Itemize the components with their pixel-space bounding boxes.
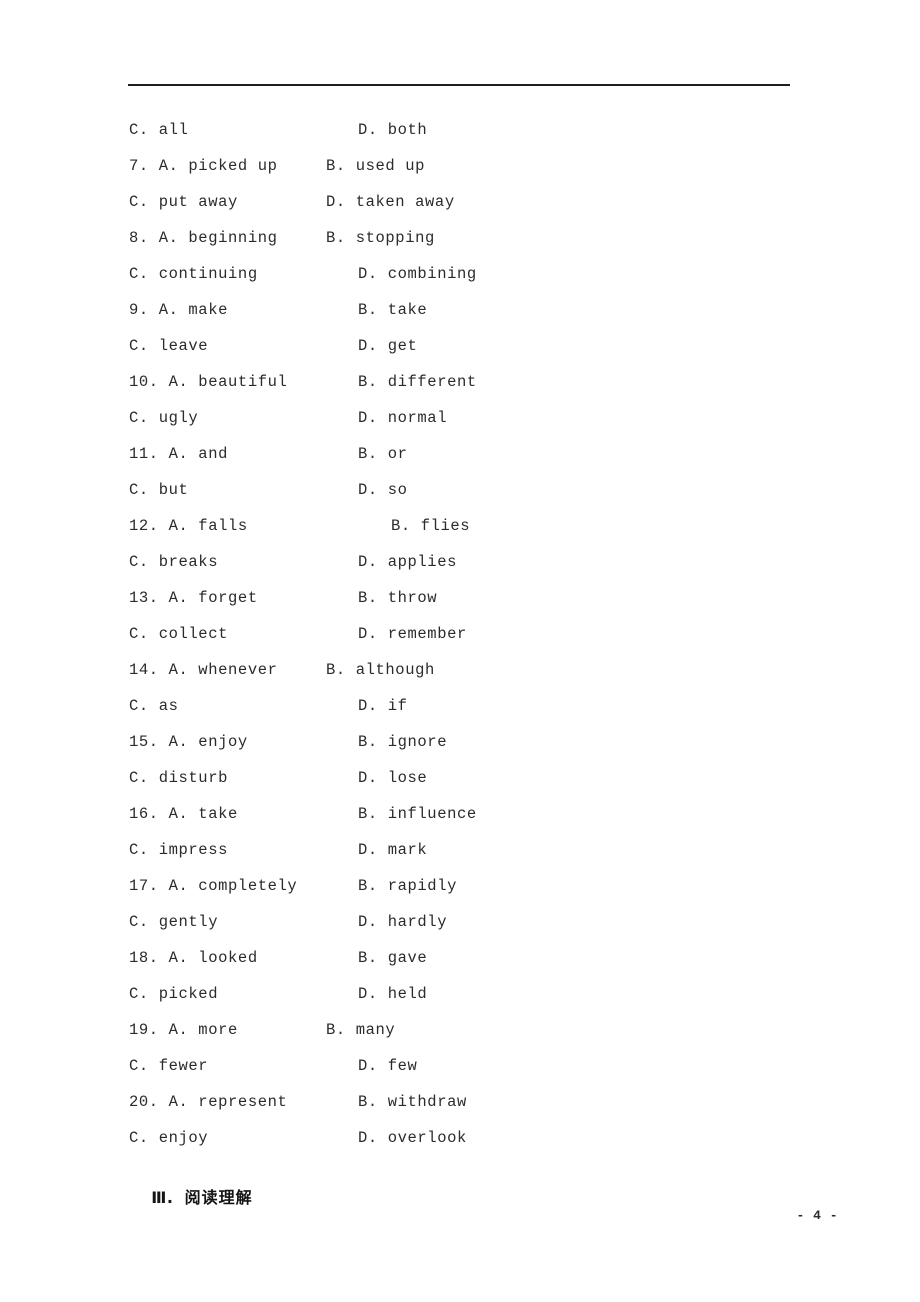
option-row: 11. A. and B. or — [0, 443, 920, 465]
option-row: C. fewer D. few — [0, 1055, 920, 1077]
option-choice-left[interactable]: C. disturb — [129, 767, 228, 789]
option-choice-left[interactable]: 13. A. forget — [129, 587, 258, 609]
option-row: C. as D. if — [0, 695, 920, 717]
option-choice-right[interactable]: B. although — [326, 659, 435, 681]
document-page: C. all D. both 7. A. picked up B. used up C.… — [0, 0, 920, 1302]
header-divider-rule — [128, 84, 790, 86]
option-choice-right[interactable]: B. many — [326, 1019, 395, 1041]
option-row: 8. A. beginning B. stopping — [0, 227, 920, 249]
option-row: 20. A. represent B. withdraw — [0, 1091, 920, 1113]
option-row: C. ugly D. normal — [0, 407, 920, 429]
option-row: C. picked D. held — [0, 983, 920, 1005]
option-choice-left[interactable]: 8. A. beginning — [129, 227, 278, 249]
option-row: 10. A. beautiful B. different — [0, 371, 920, 393]
option-choice-right[interactable]: D. combining — [358, 263, 477, 285]
option-row: 7. A. picked up B. used up — [0, 155, 920, 177]
option-choice-right[interactable]: D. applies — [358, 551, 457, 573]
option-choice-left[interactable]: 15. A. enjoy — [129, 731, 248, 753]
option-choice-left[interactable]: 20. A. represent — [129, 1091, 287, 1113]
option-choice-left[interactable]: C. impress — [129, 839, 228, 861]
option-choice-right[interactable]: D. held — [358, 983, 427, 1005]
option-row: C. collect D. remember — [0, 623, 920, 645]
option-choice-right[interactable]: B. take — [358, 299, 427, 321]
option-row: 19. A. more B. many — [0, 1019, 920, 1041]
option-choice-right[interactable]: D. if — [358, 695, 408, 717]
option-row: C. put away D. taken away — [0, 191, 920, 213]
option-choice-left[interactable]: C. all — [129, 119, 188, 141]
option-choice-right[interactable]: B. rapidly — [358, 875, 457, 897]
option-row: C. disturb D. lose — [0, 767, 920, 789]
section-title-text: 阅读理解 — [184, 1188, 253, 1207]
option-choice-right[interactable]: B. stopping — [326, 227, 435, 249]
option-choice-left[interactable]: C. put away — [129, 191, 238, 213]
option-choice-left[interactable]: C. as — [129, 695, 179, 717]
section-numeral: Ⅲ. — [151, 1188, 174, 1207]
option-choice-left[interactable]: C. ugly — [129, 407, 198, 429]
option-choice-left[interactable]: C. continuing — [129, 263, 258, 285]
option-row: 17. A. completely B. rapidly — [0, 875, 920, 897]
option-choice-left[interactable]: 11. A. and — [129, 443, 228, 465]
option-choice-right[interactable]: D. hardly — [358, 911, 447, 933]
option-row: C. enjoy D. overlook — [0, 1127, 920, 1149]
option-choice-left[interactable]: 7. A. picked up — [129, 155, 278, 177]
option-row: 16. A. take B. influence — [0, 803, 920, 825]
option-choice-right[interactable]: D. so — [358, 479, 408, 501]
option-choice-right[interactable]: B. withdraw — [358, 1091, 467, 1113]
option-choice-right[interactable]: D. taken away — [326, 191, 455, 213]
option-row: 12. A. falls B. flies — [0, 515, 920, 537]
option-row: 18. A. looked B. gave — [0, 947, 920, 969]
option-choice-right[interactable]: B. different — [358, 371, 477, 393]
option-choice-right[interactable]: D. both — [358, 119, 427, 141]
option-choice-right[interactable]: D. remember — [358, 623, 467, 645]
footer-page-number: - 4 - — [796, 1208, 838, 1223]
option-choice-right[interactable]: D. lose — [358, 767, 427, 789]
option-choice-left[interactable]: 18. A. looked — [129, 947, 258, 969]
option-choice-left[interactable]: 19. A. more — [129, 1019, 238, 1041]
option-row: C. continuing D. combining — [0, 263, 920, 285]
option-choice-right[interactable]: D. mark — [358, 839, 427, 861]
option-row: 14. A. whenever B. although — [0, 659, 920, 681]
option-choice-left[interactable]: C. leave — [129, 335, 208, 357]
option-choice-right[interactable]: D. overlook — [358, 1127, 467, 1149]
option-choice-left[interactable]: C. breaks — [129, 551, 218, 573]
option-choice-right[interactable]: B. flies — [391, 515, 470, 537]
option-choice-left[interactable]: C. fewer — [129, 1055, 208, 1077]
option-choice-right[interactable]: B. influence — [358, 803, 477, 825]
option-row: C. all D. both — [0, 119, 920, 141]
option-choice-right[interactable]: D. normal — [358, 407, 447, 429]
option-choice-right[interactable]: B. gave — [358, 947, 427, 969]
option-choice-left[interactable]: C. enjoy — [129, 1127, 208, 1149]
option-row: C. gently D. hardly — [0, 911, 920, 933]
option-choice-right[interactable]: B. throw — [358, 587, 437, 609]
option-choice-left[interactable]: C. but — [129, 479, 188, 501]
option-row: C. breaks D. applies — [0, 551, 920, 573]
option-row: 9. A. make B. take — [0, 299, 920, 321]
option-choice-left[interactable]: 17. A. completely — [129, 875, 297, 897]
option-row: 13. A. forget B. throw — [0, 587, 920, 609]
option-choice-left[interactable]: 9. A. make — [129, 299, 228, 321]
option-choice-left[interactable]: C. gently — [129, 911, 218, 933]
option-choice-right[interactable]: D. few — [358, 1055, 417, 1077]
option-choice-left[interactable]: C. collect — [129, 623, 228, 645]
option-choice-right[interactable]: D. get — [358, 335, 417, 357]
option-choice-left[interactable]: 16. A. take — [129, 803, 238, 825]
option-row: 15. A. enjoy B. ignore — [0, 731, 920, 753]
option-row: C. leave D. get — [0, 335, 920, 357]
option-choice-left[interactable]: 12. A. falls — [129, 515, 248, 537]
option-choice-left[interactable]: C. picked — [129, 983, 218, 1005]
option-row: C. but D. so — [0, 479, 920, 501]
option-choice-right[interactable]: B. or — [358, 443, 408, 465]
option-choice-left[interactable]: 10. A. beautiful — [129, 371, 287, 393]
option-choice-left[interactable]: 14. A. whenever — [129, 659, 278, 681]
option-row: C. impress D. mark — [0, 839, 920, 861]
option-choice-right[interactable]: B. ignore — [358, 731, 447, 753]
option-choice-right[interactable]: B. used up — [326, 155, 425, 177]
